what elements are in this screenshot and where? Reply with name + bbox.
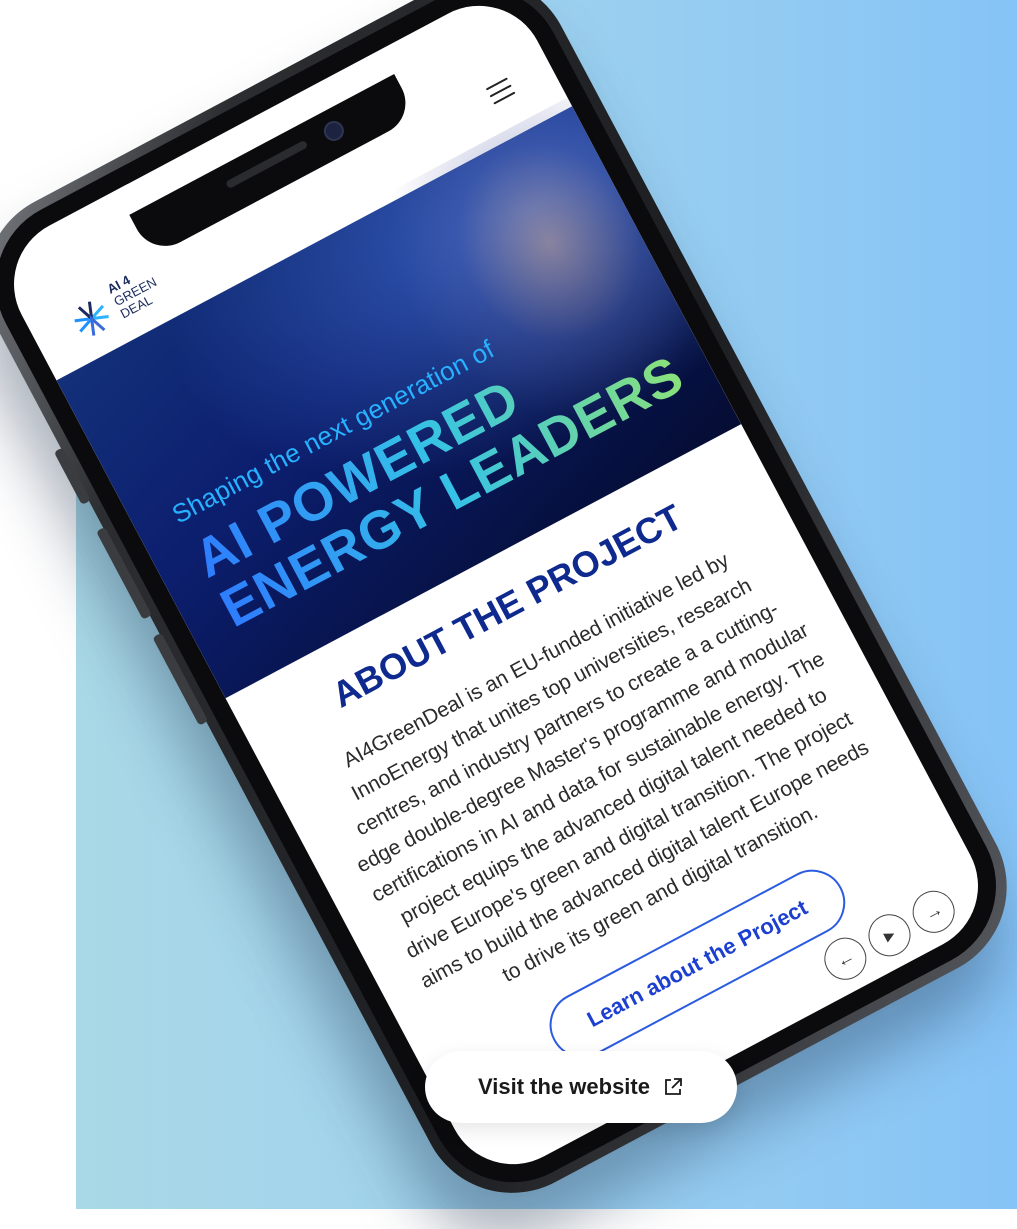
- visit-website-label: Visit the website: [478, 1074, 650, 1099]
- arrow-left-icon: ←: [832, 945, 858, 972]
- logo-wordmark: AI 4 GREEN DEAL: [105, 263, 166, 321]
- logo-mark-icon: [74, 301, 109, 336]
- external-link-icon: [665, 1078, 682, 1095]
- carousel-next-button[interactable]: →: [905, 883, 963, 941]
- carousel-play-button[interactable]: ▶: [861, 906, 918, 964]
- hamburger-menu-icon[interactable]: [485, 77, 516, 105]
- arrow-right-icon: →: [920, 898, 947, 925]
- carousel-prev-button[interactable]: ←: [816, 930, 874, 988]
- front-camera: [320, 117, 348, 145]
- play-icon: ▶: [881, 925, 898, 944]
- visit-website-button[interactable]: Visit the website: [425, 1051, 737, 1123]
